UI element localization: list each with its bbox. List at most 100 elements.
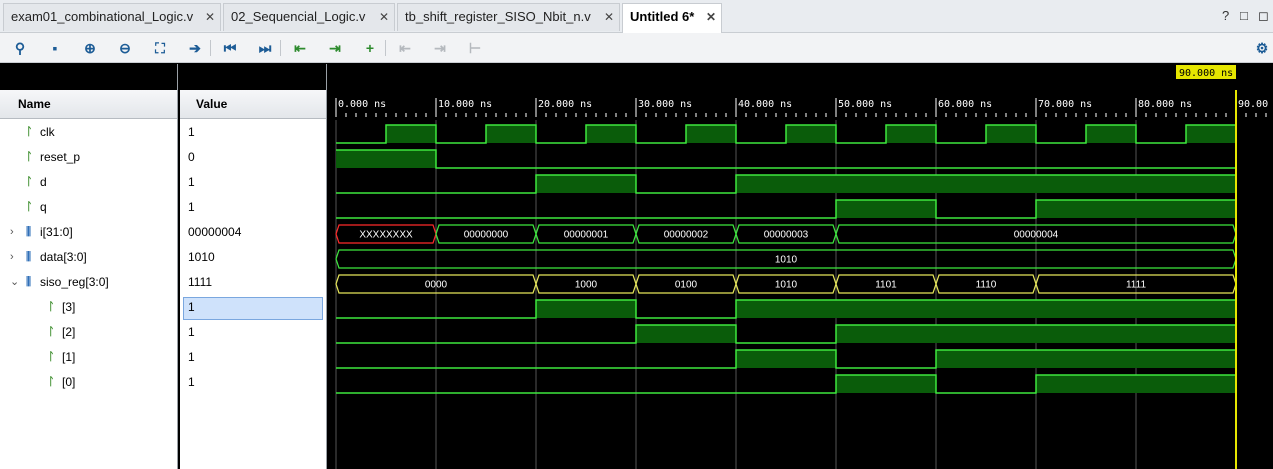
- signal-value: 1: [188, 300, 195, 314]
- signal-value-row[interactable]: 1: [180, 295, 326, 320]
- signal-name-pane: Name ᛚ clk ᛚ reset_p ᛚ d ᛚ q › ⫼ i[31:0] › ⫼ data[3:0…: [0, 64, 178, 469]
- signal-name: data[3:0]: [40, 250, 87, 264]
- signal-row[interactable]: ᛚ [2]: [0, 320, 177, 345]
- signal-value-row[interactable]: 1111: [180, 270, 326, 295]
- add-marker-icon[interactable]: +: [360, 38, 380, 58]
- expand-arrow-icon[interactable]: ⌄: [10, 270, 19, 295]
- wave-high-fill: [786, 125, 836, 143]
- maximize-icon[interactable]: ◻: [1258, 8, 1269, 24]
- gear-icon[interactable]: ⚙: [1252, 38, 1272, 58]
- signal-value: 1111: [188, 275, 213, 289]
- bus-value-label: 1000: [575, 280, 598, 291]
- value-column-header[interactable]: Value: [180, 90, 326, 119]
- bit-signal-icon: ᛚ: [48, 301, 55, 313]
- bus-value-label: 0100: [675, 280, 698, 291]
- name-column-header[interactable]: Name: [0, 90, 177, 119]
- signal-row[interactable]: ᛚd: [0, 170, 177, 195]
- selected-value-cell[interactable]: [183, 297, 323, 320]
- signal-value-row[interactable]: 1: [180, 195, 326, 220]
- goto-start-icon[interactable]: ⏮: [220, 38, 240, 58]
- signal-value-pane: Value 1 0 1 1 00000004 1010 1111 1 1 1 1: [180, 64, 327, 469]
- zoom-in-icon[interactable]: ⊕: [80, 38, 100, 58]
- save-icon[interactable]: ▪: [45, 38, 65, 58]
- signal-name: clk: [40, 125, 55, 139]
- signal-row[interactable]: ᛚ clk: [0, 120, 177, 145]
- signal-row[interactable]: ᛚ [0]: [0, 370, 177, 395]
- signal-value: 0: [188, 150, 195, 164]
- bus-signal-icon: ⫼: [26, 226, 32, 238]
- goto-cursor-icon[interactable]: ➔: [185, 38, 205, 58]
- signal-row[interactable]: ᛚ [3]: [0, 295, 177, 320]
- timeline-tick-label: 70.000 ns: [1038, 99, 1092, 110]
- cursor-time-label: 90.000 ns: [1179, 68, 1233, 79]
- signal-value-row[interactable]: 0: [180, 145, 326, 170]
- signal-row[interactable]: ᛚ reset_p: [0, 145, 177, 170]
- value-pane-spacer: [180, 64, 326, 90]
- bus-value-label: 00000003: [764, 230, 809, 241]
- signal-row[interactable]: ᛚ [1]: [0, 345, 177, 370]
- help-icon[interactable]: ?: [1222, 8, 1229, 23]
- signal-row[interactable]: › ⫼ i[31:0]: [0, 220, 177, 245]
- waveform-canvas[interactable]: 0.000 ns 10.000 ns 20.000 ns 30.000 ns 40.00…: [330, 64, 1273, 469]
- signal-row[interactable]: ⌄ ⫼ siso_reg[3:0]: [0, 270, 177, 295]
- tab-3[interactable]: Untitled 6* ✕: [622, 3, 722, 33]
- close-icon[interactable]: ✕: [706, 4, 716, 30]
- prev-marker-icon: ⇤: [399, 40, 411, 56]
- bus-value-label: 00000001: [564, 230, 609, 241]
- tab-2[interactable]: tb_shift_register_SISO_Nbit_n.v ✕: [397, 3, 620, 31]
- tab-label: 02_Sequencial_Logic.v: [231, 9, 366, 24]
- bus-value-label: 1101: [875, 280, 897, 291]
- signal-value-row[interactable]: 1010: [180, 245, 326, 270]
- timeline-tick-label: 90.00: [1238, 99, 1268, 110]
- close-icon[interactable]: ✕: [205, 4, 215, 30]
- wave-high-fill: [936, 350, 1236, 368]
- signal-value-row[interactable]: 1: [180, 345, 326, 370]
- signal-name: siso_reg[3:0]: [40, 275, 109, 289]
- tab-label: tb_shift_register_SISO_Nbit_n.v: [405, 9, 591, 24]
- timeline-tick-label: 20.000 ns: [538, 99, 592, 110]
- timeline-tick-label: 40.000 ns: [738, 99, 792, 110]
- tab-label: Untitled 6*: [630, 9, 695, 24]
- toolbar-separator: [210, 40, 211, 56]
- expand-arrow-icon[interactable]: ›: [10, 245, 14, 270]
- expand-arrow-icon[interactable]: ›: [10, 220, 14, 245]
- editor-tab-bar: exam01_combinational_Logic.v ✕ 02_Sequenci…: [0, 0, 1273, 33]
- wave-high-fill: [736, 300, 1236, 318]
- signal-value-row[interactable]: 1: [180, 370, 326, 395]
- signal-row[interactable]: › ⫼ data[3:0]: [0, 245, 177, 270]
- signal-value-row[interactable]: 1: [180, 320, 326, 345]
- signal-value: 1: [188, 200, 195, 214]
- bit-signal-icon: ᛚ: [26, 151, 33, 163]
- signal-value: 1: [188, 325, 195, 339]
- bus-signal-icon: ⫼: [26, 276, 32, 288]
- restore-icon[interactable]: □: [1240, 8, 1248, 23]
- signal-value: 1: [188, 375, 195, 389]
- zoom-out-icon[interactable]: ⊖: [115, 38, 135, 58]
- signal-value: 1: [188, 350, 195, 364]
- next-transition-icon[interactable]: ⇥: [325, 38, 345, 58]
- signal-value: 1010: [188, 250, 215, 264]
- wave-high-fill: [986, 125, 1036, 143]
- signal-value: 1: [188, 125, 195, 139]
- waveform-viewer[interactable]: 0.000 ns 10.000 ns 20.000 ns 30.000 ns 40.00…: [330, 64, 1273, 469]
- wave-high-fill: [1086, 125, 1136, 143]
- bus-value-label: 1010: [775, 255, 798, 266]
- signal-value-row[interactable]: 00000004: [180, 220, 326, 245]
- wave-high-fill: [836, 200, 936, 218]
- signal-value-row[interactable]: 1: [180, 170, 326, 195]
- close-icon[interactable]: ✕: [379, 4, 389, 30]
- signal-row[interactable]: ᛚq: [0, 195, 177, 220]
- zoom-fit-icon[interactable]: ⛶: [150, 38, 170, 58]
- close-icon[interactable]: ✕: [604, 4, 614, 30]
- signal-name: d: [40, 175, 47, 189]
- bus-value-label: 00000002: [664, 230, 709, 241]
- signal-value: 1: [188, 175, 195, 189]
- tab-1[interactable]: 02_Sequencial_Logic.v ✕: [223, 3, 395, 31]
- tab-0[interactable]: exam01_combinational_Logic.v ✕: [3, 3, 221, 31]
- prev-transition-icon[interactable]: ⇤: [290, 38, 310, 58]
- signal-value-row[interactable]: 1: [180, 120, 326, 145]
- timeline-tick-label: 30.000 ns: [638, 99, 692, 110]
- wave-high-fill: [636, 325, 736, 343]
- search-icon[interactable]: ⚲: [10, 38, 30, 58]
- goto-end-icon[interactable]: ⏭: [255, 38, 275, 58]
